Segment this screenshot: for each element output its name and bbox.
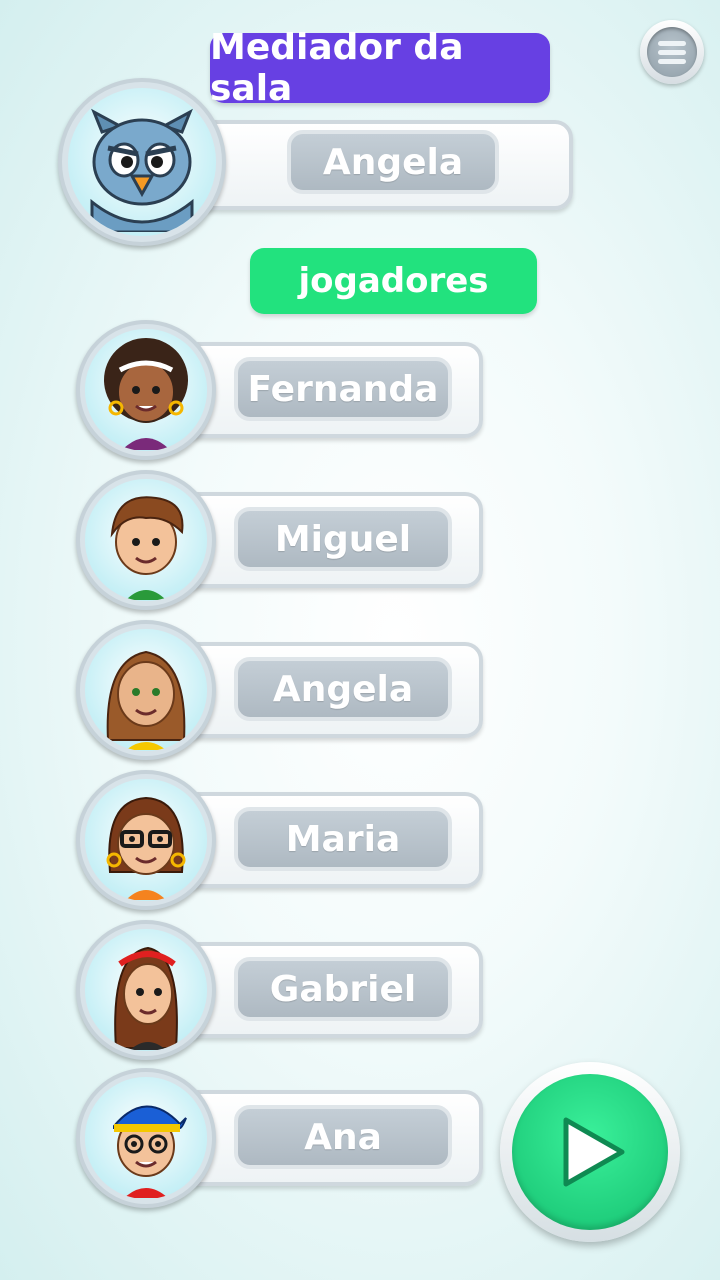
play-button[interactable] — [500, 1062, 680, 1242]
face-icon — [113, 1105, 187, 1198]
mediator-row: Angela — [0, 78, 720, 248]
player-row[interactable]: Fernanda — [0, 320, 720, 460]
mediator-name: Angela — [287, 130, 499, 194]
player-name: Gabriel — [234, 957, 452, 1021]
hamburger-menu-icon — [647, 27, 697, 77]
woman-long-hair-avatar — [76, 620, 216, 760]
player-name: Fernanda — [234, 357, 452, 421]
player-name: Angela — [234, 657, 452, 721]
player-name: Miguel — [234, 507, 452, 571]
face-icon — [114, 946, 178, 1050]
face-icon — [104, 338, 188, 450]
player-row[interactable]: Miguel — [0, 470, 720, 610]
menu-button[interactable] — [640, 20, 704, 84]
player-row[interactable]: Maria — [0, 770, 720, 910]
player-row[interactable]: Angela — [0, 620, 720, 760]
play-icon — [563, 1117, 625, 1187]
girl-curly-hair-avatar — [76, 320, 216, 460]
woman-glasses-avatar — [76, 770, 216, 910]
player-row[interactable]: Gabriel — [0, 920, 720, 1060]
boy-brown-hair-avatar — [76, 470, 216, 610]
girl-headband-avatar — [76, 920, 216, 1060]
face-icon — [110, 496, 184, 600]
player-name: Ana — [234, 1105, 452, 1169]
owl-icon — [90, 108, 194, 232]
boy-cap-glasses-avatar — [76, 1068, 216, 1208]
players-title: jogadores — [250, 248, 537, 314]
owl-avatar — [58, 78, 226, 246]
face-icon — [106, 796, 186, 900]
player-name: Maria — [234, 807, 452, 871]
face-icon — [106, 650, 186, 750]
